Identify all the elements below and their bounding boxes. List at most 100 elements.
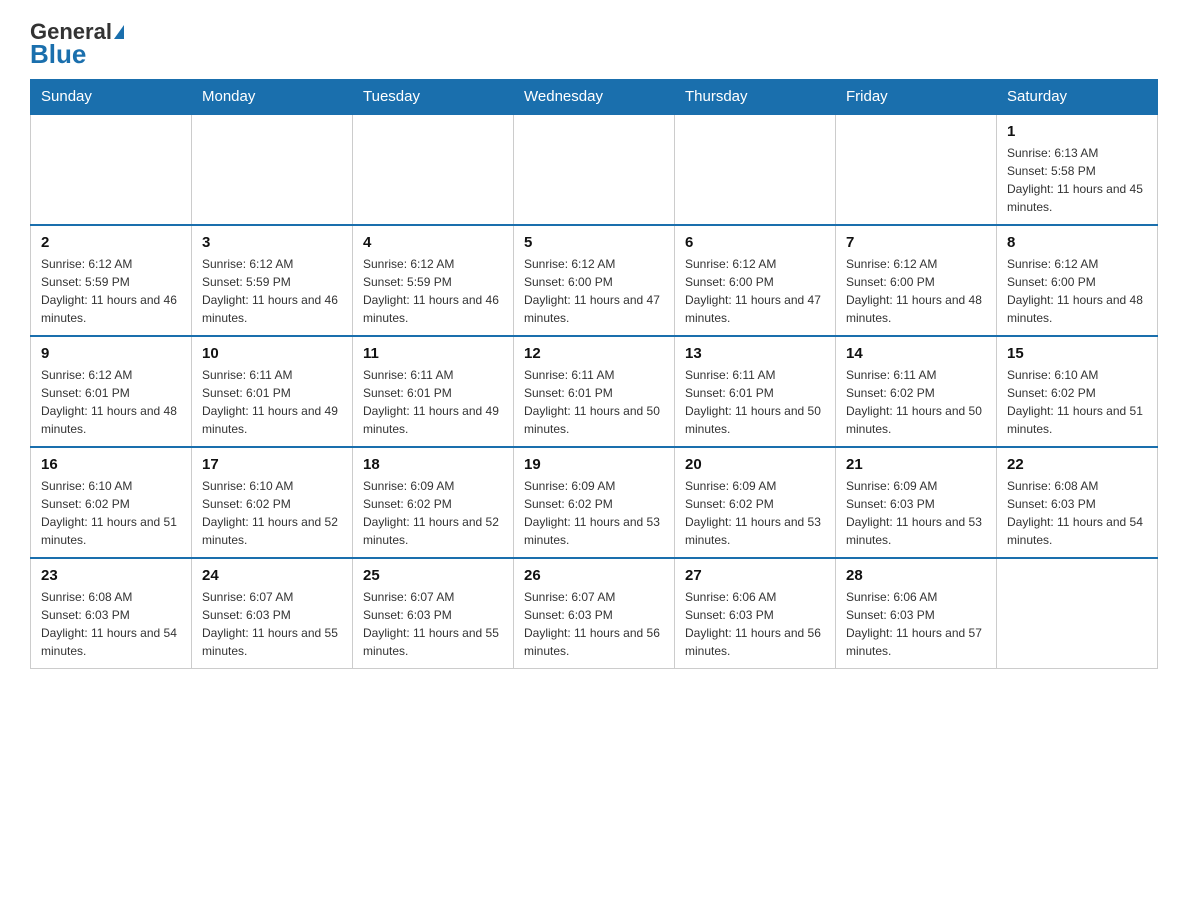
calendar-week-row: 16 Sunrise: 6:10 AM Sunset: 6:02 PM Dayli… xyxy=(31,447,1158,558)
calendar-cell: 25 Sunrise: 6:07 AM Sunset: 6:03 PM Dayli… xyxy=(353,558,514,669)
calendar-cell xyxy=(997,558,1158,669)
day-sun-info: Sunrise: 6:13 AM Sunset: 5:58 PM Dayligh… xyxy=(1007,144,1147,216)
calendar-cell: 20 Sunrise: 6:09 AM Sunset: 6:02 PM Dayli… xyxy=(675,447,836,558)
day-sun-info: Sunrise: 6:12 AM Sunset: 5:59 PM Dayligh… xyxy=(41,255,181,327)
day-sun-info: Sunrise: 6:07 AM Sunset: 6:03 PM Dayligh… xyxy=(524,588,664,660)
day-sun-info: Sunrise: 6:07 AM Sunset: 6:03 PM Dayligh… xyxy=(202,588,342,660)
day-number: 13 xyxy=(685,345,825,362)
day-number: 5 xyxy=(524,234,664,251)
day-number: 22 xyxy=(1007,456,1147,473)
day-sun-info: Sunrise: 6:06 AM Sunset: 6:03 PM Dayligh… xyxy=(846,588,986,660)
day-number: 8 xyxy=(1007,234,1147,251)
day-sun-info: Sunrise: 6:06 AM Sunset: 6:03 PM Dayligh… xyxy=(685,588,825,660)
day-sun-info: Sunrise: 6:12 AM Sunset: 6:01 PM Dayligh… xyxy=(41,366,181,438)
calendar-cell: 8 Sunrise: 6:12 AM Sunset: 6:00 PM Daylig… xyxy=(997,225,1158,336)
calendar-cell xyxy=(353,114,514,225)
calendar-cell: 28 Sunrise: 6:06 AM Sunset: 6:03 PM Dayli… xyxy=(836,558,997,669)
calendar-cell: 14 Sunrise: 6:11 AM Sunset: 6:02 PM Dayli… xyxy=(836,336,997,447)
day-number: 23 xyxy=(41,567,181,584)
day-sun-info: Sunrise: 6:12 AM Sunset: 6:00 PM Dayligh… xyxy=(1007,255,1147,327)
day-number: 12 xyxy=(524,345,664,362)
logo-triangle-icon xyxy=(114,25,124,39)
calendar-cell xyxy=(514,114,675,225)
day-number: 25 xyxy=(363,567,503,584)
day-of-week-header: Wednesday xyxy=(514,79,675,114)
day-number: 9 xyxy=(41,345,181,362)
day-sun-info: Sunrise: 6:08 AM Sunset: 6:03 PM Dayligh… xyxy=(41,588,181,660)
day-number: 21 xyxy=(846,456,986,473)
day-sun-info: Sunrise: 6:12 AM Sunset: 5:59 PM Dayligh… xyxy=(363,255,503,327)
day-of-week-header: Tuesday xyxy=(353,79,514,114)
day-number: 3 xyxy=(202,234,342,251)
day-number: 27 xyxy=(685,567,825,584)
calendar-cell: 4 Sunrise: 6:12 AM Sunset: 5:59 PM Daylig… xyxy=(353,225,514,336)
day-number: 6 xyxy=(685,234,825,251)
day-number: 26 xyxy=(524,567,664,584)
day-number: 4 xyxy=(363,234,503,251)
calendar-cell: 9 Sunrise: 6:12 AM Sunset: 6:01 PM Daylig… xyxy=(31,336,192,447)
day-sun-info: Sunrise: 6:11 AM Sunset: 6:02 PM Dayligh… xyxy=(846,366,986,438)
calendar-cell: 10 Sunrise: 6:11 AM Sunset: 6:01 PM Dayli… xyxy=(192,336,353,447)
day-sun-info: Sunrise: 6:12 AM Sunset: 6:00 PM Dayligh… xyxy=(685,255,825,327)
day-of-week-header: Monday xyxy=(192,79,353,114)
day-number: 28 xyxy=(846,567,986,584)
day-sun-info: Sunrise: 6:09 AM Sunset: 6:02 PM Dayligh… xyxy=(363,477,503,549)
calendar-cell: 2 Sunrise: 6:12 AM Sunset: 5:59 PM Daylig… xyxy=(31,225,192,336)
day-number: 18 xyxy=(363,456,503,473)
day-number: 11 xyxy=(363,345,503,362)
day-sun-info: Sunrise: 6:12 AM Sunset: 6:00 PM Dayligh… xyxy=(524,255,664,327)
calendar-cell: 27 Sunrise: 6:06 AM Sunset: 6:03 PM Dayli… xyxy=(675,558,836,669)
calendar-week-row: 2 Sunrise: 6:12 AM Sunset: 5:59 PM Daylig… xyxy=(31,225,1158,336)
day-number: 17 xyxy=(202,456,342,473)
day-number: 7 xyxy=(846,234,986,251)
days-of-week-row: SundayMondayTuesdayWednesdayThursdayFrid… xyxy=(31,79,1158,114)
day-sun-info: Sunrise: 6:09 AM Sunset: 6:02 PM Dayligh… xyxy=(524,477,664,549)
calendar-cell: 21Sunrise: 6:09 AM Sunset: 6:03 PM Dayli… xyxy=(836,447,997,558)
calendar-cell xyxy=(192,114,353,225)
calendar-table: SundayMondayTuesdayWednesdayThursdayFrid… xyxy=(30,79,1158,669)
day-of-week-header: Sunday xyxy=(31,79,192,114)
logo-blue-text: Blue xyxy=(30,40,86,69)
day-number: 14 xyxy=(846,345,986,362)
calendar-cell: 18 Sunrise: 6:09 AM Sunset: 6:02 PM Dayli… xyxy=(353,447,514,558)
calendar-cell: 3Sunrise: 6:12 AM Sunset: 5:59 PM Daylig… xyxy=(192,225,353,336)
calendar-cell: 16 Sunrise: 6:10 AM Sunset: 6:02 PM Dayli… xyxy=(31,447,192,558)
day-number: 19 xyxy=(524,456,664,473)
calendar-cell xyxy=(31,114,192,225)
day-of-week-header: Thursday xyxy=(675,79,836,114)
day-number: 2 xyxy=(41,234,181,251)
calendar-cell: 13 Sunrise: 6:11 AM Sunset: 6:01 PM Dayli… xyxy=(675,336,836,447)
day-sun-info: Sunrise: 6:10 AM Sunset: 6:02 PM Dayligh… xyxy=(1007,366,1147,438)
calendar-cell: 6 Sunrise: 6:12 AM Sunset: 6:00 PM Daylig… xyxy=(675,225,836,336)
day-number: 24 xyxy=(202,567,342,584)
calendar-header: SundayMondayTuesdayWednesdayThursdayFrid… xyxy=(31,79,1158,114)
day-sun-info: Sunrise: 6:09 AM Sunset: 6:02 PM Dayligh… xyxy=(685,477,825,549)
day-of-week-header: Friday xyxy=(836,79,997,114)
day-number: 15 xyxy=(1007,345,1147,362)
calendar-cell: 7 Sunrise: 6:12 AM Sunset: 6:00 PM Daylig… xyxy=(836,225,997,336)
calendar-cell: 5 Sunrise: 6:12 AM Sunset: 6:00 PM Daylig… xyxy=(514,225,675,336)
day-sun-info: Sunrise: 6:11 AM Sunset: 6:01 PM Dayligh… xyxy=(524,366,664,438)
calendar-cell: 19 Sunrise: 6:09 AM Sunset: 6:02 PM Dayli… xyxy=(514,447,675,558)
day-sun-info: Sunrise: 6:12 AM Sunset: 6:00 PM Dayligh… xyxy=(846,255,986,327)
page-header: General Blue xyxy=(30,20,1158,69)
day-sun-info: Sunrise: 6:10 AM Sunset: 6:02 PM Dayligh… xyxy=(41,477,181,549)
calendar-cell xyxy=(675,114,836,225)
day-number: 16 xyxy=(41,456,181,473)
day-number: 20 xyxy=(685,456,825,473)
calendar-cell: 11Sunrise: 6:11 AM Sunset: 6:01 PM Dayli… xyxy=(353,336,514,447)
calendar-week-row: 1 Sunrise: 6:13 AM Sunset: 5:58 PM Daylig… xyxy=(31,114,1158,225)
calendar-cell: 12 Sunrise: 6:11 AM Sunset: 6:01 PM Dayli… xyxy=(514,336,675,447)
day-sun-info: Sunrise: 6:11 AM Sunset: 6:01 PM Dayligh… xyxy=(685,366,825,438)
day-number: 1 xyxy=(1007,123,1147,140)
day-sun-info: Sunrise: 6:07 AM Sunset: 6:03 PM Dayligh… xyxy=(363,588,503,660)
day-sun-info: Sunrise: 6:11 AM Sunset: 6:01 PM Dayligh… xyxy=(202,366,342,438)
day-sun-info: Sunrise: 6:08 AM Sunset: 6:03 PM Dayligh… xyxy=(1007,477,1147,549)
day-number: 10 xyxy=(202,345,342,362)
day-of-week-header: Saturday xyxy=(997,79,1158,114)
calendar-cell: 22 Sunrise: 6:08 AM Sunset: 6:03 PM Dayli… xyxy=(997,447,1158,558)
logo: General Blue xyxy=(30,20,124,69)
calendar-cell: 26 Sunrise: 6:07 AM Sunset: 6:03 PM Dayli… xyxy=(514,558,675,669)
calendar-week-row: 23 Sunrise: 6:08 AM Sunset: 6:03 PM Dayli… xyxy=(31,558,1158,669)
day-sun-info: Sunrise: 6:10 AM Sunset: 6:02 PM Dayligh… xyxy=(202,477,342,549)
